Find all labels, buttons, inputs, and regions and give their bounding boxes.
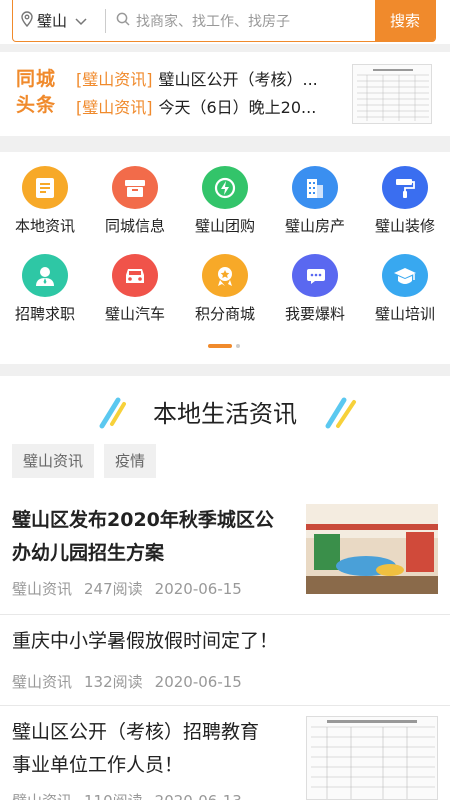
category-chips: 璧山资讯 疫情 (12, 444, 157, 478)
headline-card[interactable]: 同城 头条 [璧山资讯] 璧山区公开（考核）... [璧山资讯] 今天（6日）晚上2… (0, 52, 450, 136)
grid-item-points-mall[interactable]: 积分商城 (180, 240, 270, 324)
document-icon (22, 166, 68, 209)
paint-roller-icon (382, 166, 428, 209)
section-title: 本地生活资讯 (153, 400, 297, 428)
box-icon (112, 166, 158, 209)
headline-list: [璧山资讯] 璧山区公开（考核）... [璧山资讯] 今天（6日）晚上20... (76, 66, 344, 122)
article-title: 璧山区发布2020年秋季城区公 办幼儿园招生方案 (12, 509, 274, 564)
car-icon (112, 254, 158, 297)
headline-title: 璧山区公开（考核）... (158, 70, 318, 89)
grid-item-label: 本地资讯 (14, 217, 75, 235)
article-thumbnail (306, 504, 438, 594)
category-grid: 本地资讯 同城信息 璧山团购 璧山房产 璧山装修 招聘求职 璧山汽车 积分商城 … (0, 152, 450, 364)
decor-stripes-icon (324, 396, 358, 434)
grid-row: 招聘求职 璧山汽车 积分商城 我要爆料 璧山培训 (0, 240, 450, 324)
building-icon (292, 166, 338, 209)
grid-item-real-estate[interactable]: 璧山房产 (270, 152, 360, 236)
grid-item-city-info[interactable]: 同城信息 (90, 152, 180, 236)
grid-item-cars[interactable]: 璧山汽车 (90, 240, 180, 324)
chat-icon (292, 254, 338, 297)
grid-item-label: 积分商城 (194, 305, 255, 323)
article-item[interactable]: 重庆中小学暑假放假时间定了！ 璧山资讯 132阅读 2020-06-15 (0, 615, 450, 705)
article-meta: 璧山资讯 132阅读 2020-06-15 (12, 671, 254, 692)
location-label: 璧山 (37, 12, 68, 30)
page-indicator (208, 344, 240, 348)
article-title: 璧山区公开（考核）招聘教育 事业单位工作人员！ (12, 721, 260, 776)
headline-item[interactable]: [璧山资讯] 璧山区公开（考核）... (76, 66, 344, 94)
headline-item[interactable]: [璧山资讯] 今天（6日）晚上20... (76, 94, 344, 122)
grid-item-decoration[interactable]: 璧山装修 (360, 152, 450, 236)
grid-item-local-news[interactable]: 本地资讯 (0, 152, 90, 236)
article-reads: 132阅读 (84, 673, 143, 691)
article-reads: 110阅读 (84, 792, 143, 800)
grid-item-label: 璧山团购 (194, 217, 255, 235)
news-section: 本地生活资讯 璧山资讯 疫情 璧山区发布2020年秋季城区公 办幼儿园招生方案 … (0, 376, 450, 800)
chevron-down-icon (75, 11, 87, 30)
grid-item-group-buy[interactable]: 璧山团购 (180, 152, 270, 236)
headline-thumbnail[interactable] (352, 64, 432, 124)
search-input[interactable]: 找商家、找工作、找房子 (106, 11, 375, 31)
article-source: 璧山资讯 (12, 673, 73, 691)
article-date: 2020-06-15 (154, 580, 242, 598)
chip-epidemic[interactable]: 疫情 (104, 444, 157, 478)
headline-tag: [璧山资讯] (76, 98, 153, 117)
article-title: 重庆中小学暑假放假时间定了！ (12, 630, 279, 652)
article-date: 2020-06-13 (155, 792, 242, 800)
search-placeholder: 找商家、找工作、找房子 (136, 13, 290, 30)
headline-logo: 同城 头条 (16, 68, 57, 116)
headline-tag: [璧山资讯] (76, 70, 153, 89)
search-box: 璧山 找商家、找工作、找房子 搜索 (12, 0, 436, 42)
article-item[interactable]: 璧山区公开（考核）招聘教育 事业单位工作人员！ 璧山资讯 110阅读 2020-06… (0, 706, 450, 800)
grid-item-jobs[interactable]: 招聘求职 (0, 240, 90, 324)
medal-icon (202, 254, 248, 297)
grid-item-training[interactable]: 璧山培训 (360, 240, 450, 324)
location-pin-icon (21, 10, 33, 31)
grid-row: 本地资讯 同城信息 璧山团购 璧山房产 璧山装修 (0, 152, 450, 236)
grid-item-label: 招聘求职 (14, 305, 75, 323)
tag-lightning-icon (202, 166, 248, 209)
article-date: 2020-06-15 (154, 673, 242, 691)
article-source: 璧山资讯 (12, 580, 73, 598)
location-selector[interactable]: 璧山 (13, 0, 105, 41)
article-source: 璧山资讯 (12, 792, 72, 800)
grid-item-label: 璧山培训 (374, 305, 435, 323)
grid-item-report[interactable]: 我要爆料 (270, 240, 360, 324)
grid-item-label: 我要爆料 (284, 305, 345, 323)
article-thumbnail (306, 716, 438, 800)
page-dot-active (208, 344, 232, 348)
grid-item-label: 璧山汽车 (104, 305, 165, 323)
page-dot (236, 344, 240, 348)
graduation-cap-icon (382, 254, 428, 297)
grid-item-label: 璧山房产 (284, 217, 345, 235)
article-meta: 璧山资讯 110阅读 2020-06-13 (12, 790, 254, 800)
grid-item-label: 同城信息 (104, 217, 165, 235)
person-icon (22, 254, 68, 297)
search-bar: 璧山 找商家、找工作、找房子 搜索 (0, 0, 450, 44)
search-button[interactable]: 搜索 (375, 0, 435, 42)
article-item[interactable]: 璧山区发布2020年秋季城区公 办幼儿园招生方案 璧山资讯 247阅读 2020-0… (0, 494, 450, 612)
chip-local-news[interactable]: 璧山资讯 (12, 444, 95, 478)
article-reads: 247阅读 (84, 580, 143, 598)
article-meta: 璧山资讯 247阅读 2020-06-15 (12, 578, 254, 599)
grid-item-label: 璧山装修 (374, 217, 435, 235)
search-icon (116, 11, 130, 30)
headline-title: 今天（6日）晚上20... (158, 98, 317, 117)
